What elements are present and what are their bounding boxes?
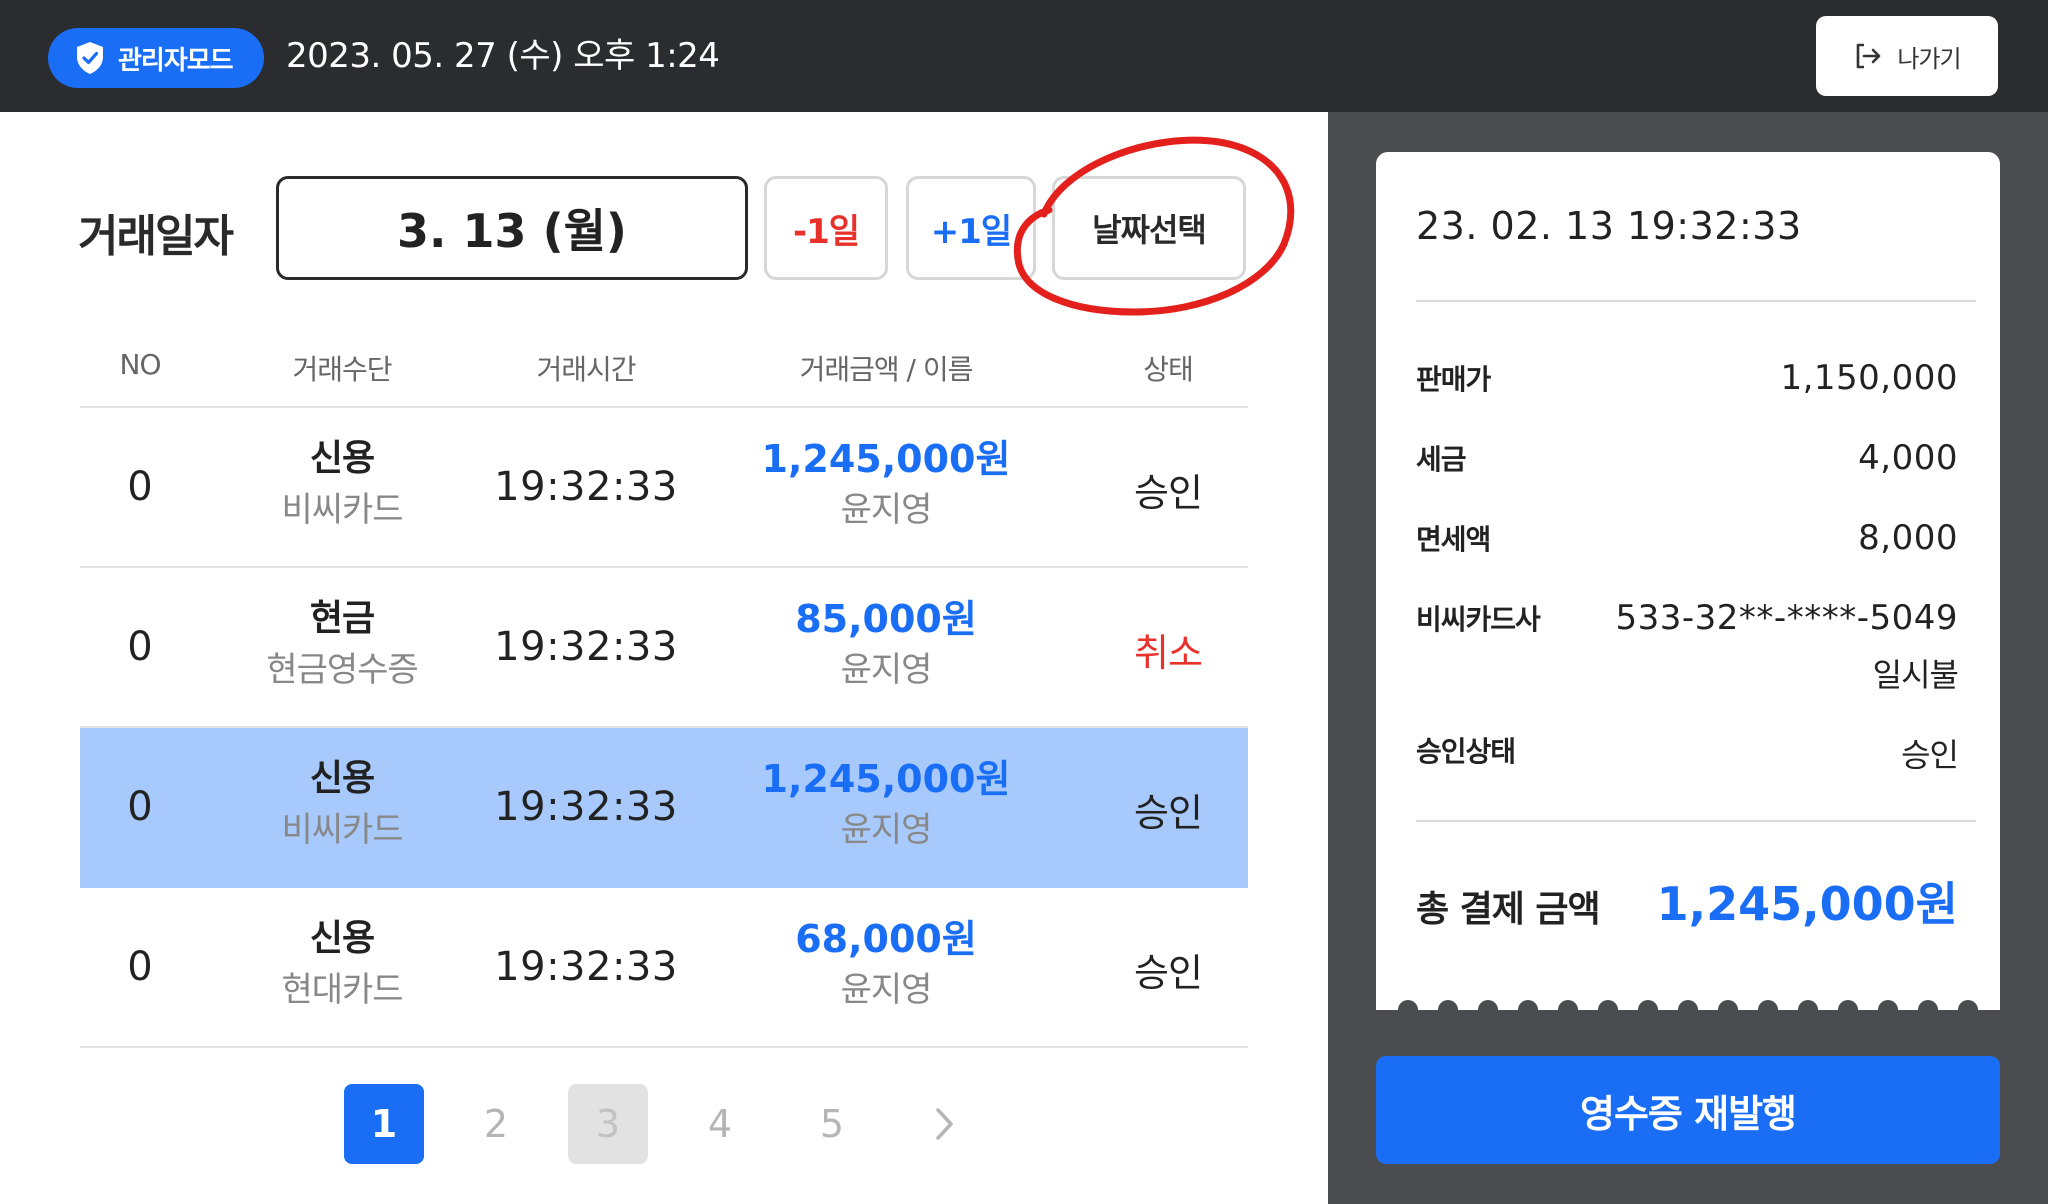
page-1-button[interactable]: 1 — [344, 1084, 424, 1164]
amount-value: 85,000원 — [795, 597, 977, 641]
payment-type: 신용 — [309, 918, 375, 959]
receipt-divider — [1416, 300, 1976, 302]
next-page-button[interactable] — [904, 1084, 984, 1164]
row-amount: 85,000원 윤지영 — [795, 594, 977, 696]
transaction-date-label: 거래일자 — [78, 211, 234, 262]
status-badge: 취소 — [1134, 631, 1203, 675]
next-day-button[interactable]: +1일 — [906, 176, 1036, 280]
page-5-button[interactable]: 5 — [792, 1084, 872, 1164]
shield-check-icon — [77, 42, 103, 74]
amount-value: 1,245,000원 — [761, 437, 1011, 481]
status-badge: 승인 — [1134, 471, 1203, 515]
row-no: 0 — [127, 624, 153, 670]
status-badge: 승인 — [1134, 951, 1203, 995]
chevron-right-icon — [936, 1108, 953, 1140]
tax-label: 세금 — [1416, 443, 1467, 476]
top-bar: 관리자모드 2023. 05. 27 (수) 오후 1:24 나가기 — [0, 0, 2048, 112]
admin-mode-badge: 관리자모드 — [48, 28, 264, 88]
card-company-label: 비씨카드사 — [1416, 603, 1541, 636]
payment-detail: 현대카드 — [281, 970, 403, 1010]
sale-price-label: 판매가 — [1416, 363, 1491, 396]
approval-status-value: 승인 — [1901, 736, 1959, 774]
tax-free-value: 8,000 — [1858, 518, 1958, 558]
customer-name: 윤지영 — [840, 810, 933, 850]
pick-date-button[interactable]: 날짜선택 — [1052, 176, 1246, 280]
payment-type: 현금 — [309, 598, 375, 639]
receipt-datetime: 23. 02. 13 19:32:33 — [1416, 204, 1802, 248]
column-no: NO — [119, 348, 162, 381]
current-datetime: 2023. 05. 27 (수) 오후 1:24 — [286, 36, 720, 76]
table-row[interactable]: 0 신용 비씨카드 19:32:33 1,245,000원 윤지영 승인 — [80, 408, 1248, 568]
tax-value: 4,000 — [1858, 438, 1958, 478]
prev-day-button[interactable]: -1일 — [764, 176, 888, 280]
row-time: 19:32:33 — [494, 464, 678, 510]
admin-mode-label: 관리자모드 — [118, 45, 234, 76]
row-method: 현금 현금영수증 — [266, 594, 418, 696]
table-row[interactable]: 0 현금 현금영수증 19:32:33 85,000원 윤지영 취소 — [80, 568, 1248, 728]
page-3-button: 3 — [568, 1084, 648, 1164]
column-time: 거래시간 — [536, 353, 636, 386]
receipt-row-tax: 세금 4,000 — [1416, 438, 1958, 478]
logout-icon — [1857, 43, 1881, 69]
payment-detail: 비씨카드 — [281, 810, 403, 850]
status-badge: 승인 — [1134, 791, 1203, 835]
column-status: 상태 — [1143, 353, 1194, 386]
receipt-row-approval: 승인상태 승인 — [1416, 730, 1959, 776]
row-no: 0 — [127, 784, 153, 830]
customer-name: 윤지영 — [840, 970, 933, 1010]
row-amount: 1,245,000원 윤지영 — [762, 754, 1011, 856]
payment-type: 신용 — [309, 758, 375, 799]
page-4-button[interactable]: 4 — [680, 1084, 760, 1164]
sale-price-value: 1,150,000 — [1780, 358, 1958, 398]
row-method: 신용 현대카드 — [281, 914, 403, 1016]
total-amount-value: 1,245,000원 — [1656, 877, 1958, 931]
row-time: 19:32:33 — [494, 944, 678, 990]
row-amount: 68,000원 윤지영 — [795, 914, 977, 1016]
customer-name: 윤지영 — [840, 650, 933, 690]
approval-status-label: 승인상태 — [1416, 735, 1516, 768]
receipt-row-sale-price: 판매가 1,150,000 — [1416, 358, 1958, 398]
payment-detail: 현금영수증 — [266, 650, 418, 690]
row-time: 19:32:33 — [494, 784, 678, 830]
table-row[interactable]: 0 신용 현대카드 19:32:33 68,000원 윤지영 승인 — [80, 888, 1248, 1048]
row-no: 0 — [127, 944, 153, 990]
amount-value: 68,000원 — [795, 917, 977, 961]
reissue-receipt-button[interactable]: 영수증 재발행 — [1376, 1056, 2000, 1164]
row-method: 신용 비씨카드 — [281, 754, 403, 856]
column-method: 거래수단 — [292, 353, 392, 386]
total-amount-label: 총 결제 금액 — [1416, 889, 1601, 930]
receipt-row-card: 비씨카드사 533-32**-****-5049 — [1416, 598, 1958, 638]
payment-detail: 비씨카드 — [281, 490, 403, 530]
page-2-button[interactable]: 2 — [456, 1084, 536, 1164]
receipt-divider — [1416, 820, 1976, 822]
selected-date-display[interactable]: 3. 13 (월) — [276, 176, 748, 280]
receipt-row-tax-free: 면세액 8,000 — [1416, 518, 1958, 558]
row-time: 19:32:33 — [494, 624, 678, 670]
tax-free-label: 면세액 — [1416, 523, 1491, 556]
transaction-table-header: NO 거래수단 거래시간 거래금액 / 이름 상태 — [80, 336, 1248, 408]
column-amount-name: 거래금액 / 이름 — [799, 353, 974, 386]
row-amount: 1,245,000원 윤지영 — [762, 434, 1011, 536]
exit-button[interactable]: 나가기 — [1816, 16, 1998, 96]
customer-name: 윤지영 — [840, 490, 933, 530]
row-no: 0 — [127, 464, 153, 510]
exit-label: 나가기 — [1897, 44, 1961, 73]
payment-type: 신용 — [309, 438, 375, 479]
installment-value: 일시불 — [1872, 656, 1959, 694]
table-row-selected[interactable]: 0 신용 비씨카드 19:32:33 1,245,000원 윤지영 승인 — [80, 728, 1248, 888]
row-method: 신용 비씨카드 — [281, 434, 403, 536]
amount-value: 1,245,000원 — [761, 757, 1011, 801]
card-number-value: 533-32**-****-5049 — [1615, 598, 1958, 638]
receipt-perforated-edge — [1376, 1000, 2000, 1020]
receipt-card: 23. 02. 13 19:32:33 판매가 1,150,000 세금 4,0… — [1376, 152, 2000, 1010]
